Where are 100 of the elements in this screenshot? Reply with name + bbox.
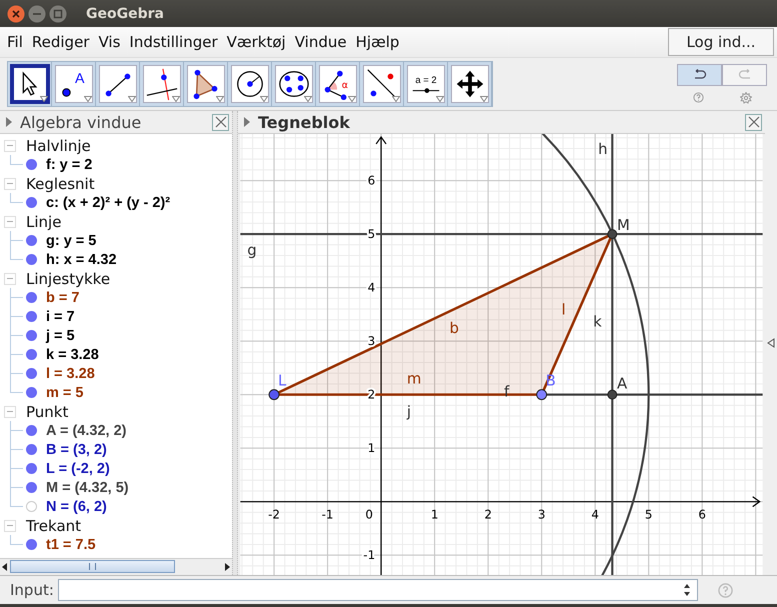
object-label: b [449,319,459,338]
window-title: GeoGebra [86,6,164,22]
segment-icon [98,65,136,103]
algebra-object[interactable]: m = 5 [46,384,84,400]
object-label: g [247,240,257,259]
object-label: l [561,300,566,318]
algebra-object[interactable]: b = 7 [46,290,80,306]
algebra-object[interactable]: g: y = 5 [46,232,96,248]
close-icon [214,115,228,129]
menu-item[interactable]: Indstillinger [129,33,218,51]
tool-button[interactable] [184,62,228,106]
tool-button[interactable] [272,62,316,106]
x-tick-label: -1 [322,508,334,522]
tree-connector [10,459,23,478]
right-arrow-icon[interactable] [222,560,232,574]
visibility-dot[interactable] [26,235,37,246]
tool-button[interactable] [448,62,492,106]
menu-item[interactable]: Værktøj [226,33,286,51]
help-icon[interactable] [692,92,704,103]
undo-button[interactable] [677,64,722,86]
x-tick-label: 6 [698,508,706,522]
visibility-dot[interactable] [26,539,37,550]
minimize-icon[interactable] [28,4,46,22]
close-icon [746,115,760,129]
settings-icon[interactable] [740,92,752,104]
expand-triangle-icon[interactable] [244,117,250,127]
collapse-toggle[interactable] [4,520,16,532]
algebra-object[interactable]: t1 = 7.5 [46,536,96,552]
caret-icon [436,96,444,102]
y-tick-label: 4 [368,280,376,295]
login-button[interactable]: Log ind... [668,28,774,56]
menu-item[interactable]: Rediger [32,33,90,51]
horizontal-scrollbar[interactable] [0,558,232,575]
redo-icon [736,69,752,81]
collapse-toggle[interactable] [4,272,16,284]
x-tick-label: 0 [365,508,373,522]
maximize-icon[interactable] [49,4,67,22]
visibility-dot[interactable] [26,311,37,322]
expand-triangle-icon[interactable] [6,117,12,127]
object-label: m [406,370,422,388]
visibility-dot[interactable] [26,444,37,455]
algebra-object[interactable]: c: (x + 2)² + (y - 2)² [46,194,170,210]
object-label: M [616,216,630,234]
tree-connector [10,326,23,345]
algebra-object[interactable]: L = (-2, 2) [46,460,110,476]
spinner-arrows-icon[interactable] [682,583,691,597]
left-arrow-icon[interactable] [0,560,10,574]
object-label: k [593,312,602,330]
x-tick-label: 2 [484,508,492,522]
collapse-toggle[interactable] [4,406,16,418]
algebra-object[interactable]: i = 7 [46,308,75,324]
visibility-dot[interactable] [26,197,37,208]
tree-connector [10,307,23,326]
algebra-object[interactable]: h: x = 4.32 [46,252,117,268]
algebra-object[interactable]: j = 5 [46,328,75,344]
visibility-dot[interactable] [26,330,37,341]
algebra-object[interactable]: l = 3.28 [46,366,95,382]
menu-item[interactable]: Fil [7,33,23,51]
y-tick-label: 3 [368,334,376,348]
close-panel-button[interactable] [745,114,762,130]
category-label: Trekant [26,516,82,534]
algebra-object[interactable]: N = (6, 2) [46,498,107,514]
collapse-toggle[interactable] [4,178,16,190]
visibility-dot[interactable] [26,425,37,436]
visibility-dot[interactable] [26,368,37,379]
visibility-dot[interactable] [26,254,37,265]
visibility-dot[interactable] [26,463,37,474]
visibility-dot[interactable] [26,501,37,512]
x-tick-label: 5 [644,508,652,522]
collapse-toggle[interactable] [4,140,16,152]
x-tick-label: 4 [591,508,599,522]
tool-button[interactable] [228,62,272,106]
category-label: Halvlinje [26,136,91,154]
close-panel-button[interactable] [212,114,229,130]
close-icon[interactable] [7,4,25,22]
expand-triangle-icon[interactable] [767,338,775,348]
collapse-toggle[interactable] [4,216,16,228]
caret-icon [172,96,180,102]
algebra-object[interactable]: M = (4.32, 5) [46,480,129,496]
tree-connector [10,345,23,364]
visibility-dot[interactable] [26,292,37,303]
visibility-dot[interactable] [26,159,37,170]
visibility-dot[interactable] [26,387,37,398]
tree-connector [10,535,23,545]
menu-item[interactable]: Vindue [294,33,347,51]
algebra-object[interactable]: f: y = 2 [46,156,92,172]
tool-button[interactable] [140,62,184,106]
panel-title: Algebra vindue [20,112,142,132]
visibility-dot[interactable] [26,482,37,493]
object-label: A [616,374,628,393]
tool-button[interactable] [8,62,52,106]
algebra-object[interactable]: A = (4.32, 2) [46,422,126,438]
visibility-dot[interactable] [26,349,37,360]
tool-button[interactable] [96,62,140,106]
menu-item[interactable]: Hjælp [356,33,400,51]
algebra-object[interactable]: B = (3, 2) [46,442,107,458]
input-field[interactable] [58,579,698,601]
tool-button[interactable] [360,62,404,106]
menu-item[interactable]: Vis [98,33,120,51]
algebra-object[interactable]: k = 3.28 [46,346,99,362]
